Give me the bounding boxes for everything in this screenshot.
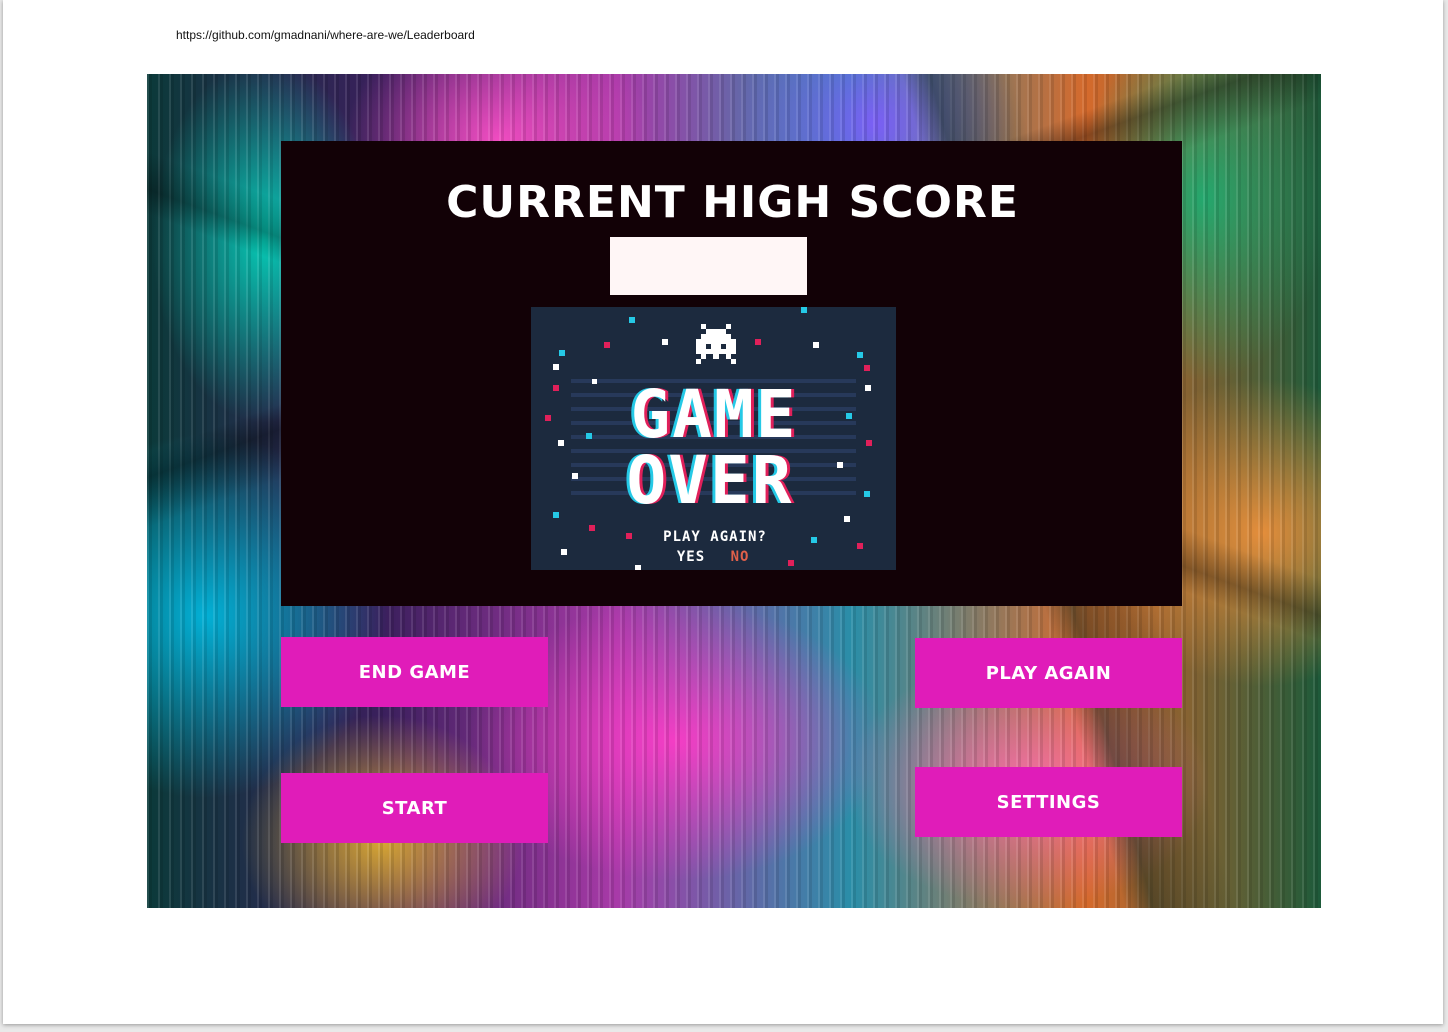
prompt-yes: YES [677,549,705,565]
play-again-prompt: PLAY AGAIN? [663,529,767,545]
start-button[interactable]: START [281,773,548,843]
end-game-button[interactable]: END GAME [281,637,548,707]
high-score-value-box [610,237,807,295]
page-url: https://github.com/gmadnani/where-are-we… [176,28,475,42]
space-invader-icon [696,324,736,364]
play-again-button[interactable]: PLAY AGAIN [915,638,1182,708]
game-over-graphic: GAME GAME GAME OVER OVER OVER PLAY AGAIN… [545,307,872,570]
glitch-background: CURRENT HIGH SCORE GAME GAME GAME OVER O… [147,74,1321,908]
prompt-no: NO [731,549,750,565]
panel-title: CURRENT HIGH SCORE [446,177,1019,228]
game-over-line-2-main: OVER [627,442,794,519]
game-over-image: GAME GAME GAME OVER OVER OVER PLAY AGAIN… [531,307,896,570]
high-score-panel: CURRENT HIGH SCORE GAME GAME GAME OVER O… [281,141,1182,606]
settings-button[interactable]: SETTINGS [915,767,1182,837]
page: https://github.com/gmadnani/where-are-we… [3,0,1443,1024]
